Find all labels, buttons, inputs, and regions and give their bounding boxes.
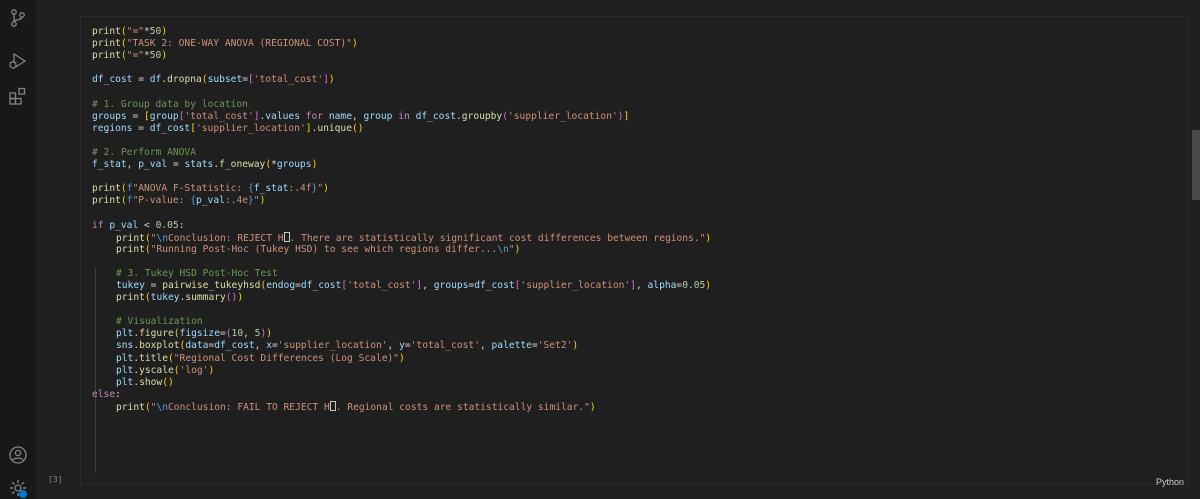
code-line: plt.figure(figsize=(10, 5)) <box>116 328 273 340</box>
code-line: print("TASK 2: ONE-WAY ANOVA (REGIONAL C… <box>92 38 358 50</box>
code-line: f_stat, p_val = stats.f_oneway(*groups) <box>92 159 318 171</box>
code-line: regions = df_cost['supplier_location'].u… <box>92 122 364 134</box>
code-editor[interactable]: print("="*50) print("TASK 2: ONE-WAY ANOV… <box>92 26 711 413</box>
activity-bar <box>0 0 36 499</box>
code-line: tukey = pairwise_tukeyhsd(endog=df_cost[… <box>116 279 712 291</box>
code-line: sns.boxplot(data=df_cost, x='supplier_lo… <box>116 340 579 352</box>
vertical-scrollbar[interactable] <box>1192 0 1200 499</box>
code-line: print(tukey.summary()) <box>116 292 244 304</box>
scrollbar-thumb[interactable] <box>1192 130 1200 200</box>
code-line: # 2. Perform ANOVA <box>92 146 196 158</box>
cell-language-label[interactable]: Python <box>1156 477 1184 487</box>
code-line: # 3. Tukey HSD Post-Hoc Test <box>116 267 278 279</box>
code-line: print(f"P-value: {p_val:.4e}") <box>92 195 266 207</box>
account-icon[interactable] <box>8 445 28 465</box>
code-line: df_cost = df.dropna(subset=['total_cost'… <box>92 74 335 86</box>
code-line: print(f"ANOVA F-Statistic: {f_stat:.4f}"… <box>92 183 329 195</box>
code-line: print("="*50) <box>92 50 168 62</box>
code-line: groups = [group['total_cost'].values for… <box>92 110 630 122</box>
code-line: print("Running Post-Hoc (Tukey HSD) to s… <box>116 243 521 255</box>
code-line: plt.yscale('log') <box>116 364 215 376</box>
indent-guide <box>95 461 96 473</box>
code-line: print("\nConclusion: FAIL TO REJECT H. R… <box>116 400 596 413</box>
execution-count: [3] <box>48 475 63 484</box>
settings-icon[interactable] <box>8 478 28 498</box>
source-control-icon[interactable] <box>8 8 28 28</box>
run-debug-icon[interactable] <box>8 51 28 71</box>
code-line: if p_val < 0.05: <box>92 219 185 231</box>
code-line: else: <box>92 388 121 400</box>
code-line: # Visualization <box>116 316 203 328</box>
extensions-icon[interactable] <box>8 86 28 106</box>
code-line: plt.title("Regional Cost Differences (Lo… <box>116 352 405 364</box>
code-line: plt.show() <box>116 376 174 388</box>
code-line: # 1. Group data by location <box>92 98 248 110</box>
code-line: print("\nConclusion: REJECT H. There are… <box>116 231 712 244</box>
code-line: print("="*50) <box>92 26 168 37</box>
